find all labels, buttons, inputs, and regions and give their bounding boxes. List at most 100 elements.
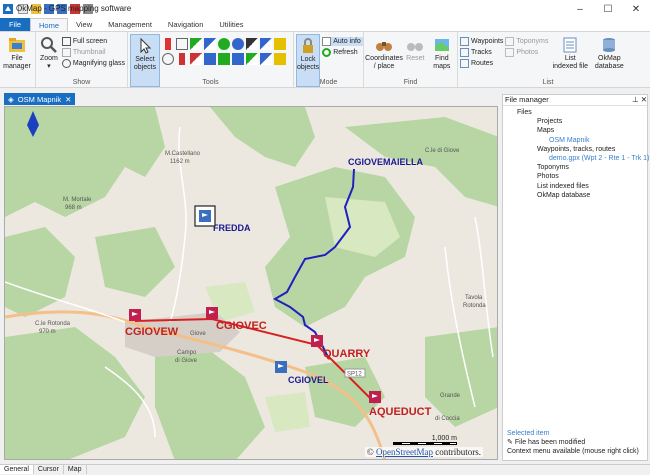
tree-item-projects[interactable]: Projects (503, 117, 647, 126)
tracks-button[interactable]: Tracks (460, 48, 503, 57)
warning-tool-icon[interactable] (274, 53, 286, 65)
green-marker-icon[interactable] (218, 53, 230, 65)
pin-icon[interactable]: ⊥ (632, 95, 639, 104)
status-tab-map[interactable]: Map (64, 465, 87, 474)
waypoint-marker-fredda[interactable] (195, 206, 215, 226)
label-cgiovec: CGIOVEC (216, 320, 267, 332)
mode-group-label: Mode (294, 79, 363, 86)
file-manager-header: File manager ⊥ ✕ (503, 95, 647, 106)
toponyms-icon (505, 37, 514, 46)
route-marker-aqueduct[interactable] (369, 391, 381, 403)
ruler-tool-icon[interactable] (246, 38, 258, 50)
thumbnail-icon (62, 48, 71, 57)
full-screen-label: Full screen (73, 38, 107, 45)
pencil-tool-icon[interactable] (190, 38, 202, 50)
osm-link[interactable]: OpenStreetMap (376, 447, 433, 457)
waypoint-marker-cgiovel[interactable] (275, 361, 287, 373)
attribution-prefix: © (367, 447, 374, 457)
tree-label-toponyms: Toponyms (537, 164, 569, 171)
close-tab-icon[interactable]: ✕ (65, 95, 71, 104)
line-tool-icon[interactable] (204, 38, 216, 50)
tree-item-photos[interactable]: Photos (503, 172, 647, 181)
folder-icon (8, 36, 26, 54)
thumbnail-button[interactable]: Thumbnail (62, 48, 125, 57)
tab-home[interactable]: Home (30, 18, 68, 31)
coordinates-label: Coordinates / place (365, 55, 403, 71)
edit-tool-icon[interactable] (274, 38, 286, 50)
place-cle-rotonda: C.le Rotonda (35, 321, 71, 327)
zoom-label: Zoom (40, 55, 58, 63)
tree-item-demo-gpx[interactable]: demo.gpx (Wpt 2 - Rte 1 - Trk 1) (503, 154, 647, 163)
tab-file[interactable]: File (0, 18, 30, 31)
attribution-suffix: contributors. (435, 447, 481, 457)
blue-marker-icon[interactable] (232, 53, 244, 65)
place-cle-rotonda-elev: 970 m (39, 329, 56, 335)
tab-view[interactable]: View (68, 18, 100, 31)
close-button[interactable]: ✕ (622, 0, 650, 18)
tree-item-files[interactable]: Files (503, 108, 647, 117)
label-cgiovemaiella: CGIOVEMAIELLA (348, 157, 424, 167)
route-marker-quarry[interactable] (311, 335, 323, 347)
split-tool-icon[interactable] (246, 53, 258, 65)
map-canvas[interactable]: CGIOVEMAIELLA FREDDA QUARRY CGIOVEL CGIO… (4, 106, 498, 460)
panel-close-icon[interactable]: ✕ (641, 95, 647, 104)
zoom-in-tool-icon[interactable] (162, 53, 174, 65)
tree-item-waypoints[interactable]: Waypoints, tracks, routes (503, 145, 647, 154)
waypoints-label: Waypoints (471, 38, 503, 45)
routes-button[interactable]: Routes (460, 59, 503, 68)
tools-group-label: Tools (128, 79, 293, 86)
minimize-button[interactable]: – (566, 0, 594, 18)
app-icon (2, 3, 14, 15)
tree-item-list-indexed[interactable]: List indexed files (503, 182, 647, 191)
doc-tab-osm-mapnik[interactable]: ◈ OSM Mapnik ✕ (4, 93, 75, 105)
list-icon (561, 36, 579, 54)
label-aqueduct: AQUEDUCT (369, 406, 432, 418)
group-tools: Select objects Tools (128, 32, 294, 87)
ribbon-tabs: File Home View Management Navigation Uti… (0, 18, 650, 31)
tree-item-osm-mapnik[interactable]: OSM Mapnik (503, 136, 647, 145)
refresh-label: Refresh (333, 49, 358, 56)
file-manager-label: File manager (3, 55, 31, 71)
delete-tool-icon[interactable] (190, 53, 202, 65)
tree-item-toponyms[interactable]: Toponyms (503, 163, 647, 172)
okmap-database-label: OkMap database (595, 55, 624, 71)
file-manager-panel: File manager ⊥ ✕ Files Projects Maps OSM… (502, 94, 648, 461)
route-marker-cgiovew[interactable] (129, 309, 141, 321)
tree-item-maps[interactable]: Maps (503, 126, 647, 135)
toponyms-button[interactable]: Toponyms (505, 37, 548, 46)
join-tool-icon[interactable] (204, 53, 216, 65)
maximize-button[interactable]: ☐ (594, 0, 622, 18)
full-screen-button[interactable]: Full screen (62, 37, 125, 46)
refresh-button[interactable]: Refresh (322, 48, 363, 57)
route-tool-icon[interactable] (218, 38, 230, 50)
context-menu-hint: Context menu available (mouse right clic… (507, 447, 639, 456)
magnifying-glass-button[interactable]: Magnifying glass (62, 59, 125, 68)
scale-label: 1,000 m (393, 435, 457, 442)
status-tab-general[interactable]: General (0, 465, 34, 474)
tab-management[interactable]: Management (100, 18, 160, 31)
photos-button[interactable]: Photos (505, 48, 548, 57)
tab-navigation[interactable]: Navigation (160, 18, 211, 31)
status-tab-cursor[interactable]: Cursor (34, 465, 64, 474)
place-campo: Campo (177, 350, 197, 356)
track-tool-icon[interactable] (232, 38, 244, 50)
file-manager-button[interactable]: File manager (2, 34, 32, 87)
place-rotonda: Rotonda (463, 303, 486, 309)
group-mode: Lock objects Auto info Refresh Mode (294, 32, 364, 87)
label-fredda: FREDDA (213, 223, 251, 233)
reverse-tool-icon[interactable] (260, 53, 272, 65)
tree-item-okmap-db[interactable]: OkMap database (503, 191, 647, 200)
list-group-label: List (458, 79, 638, 86)
route-marker-cgiovec[interactable] (206, 307, 218, 319)
waypoints-button[interactable]: Waypoints (460, 37, 503, 46)
tree-label-waypoints: Waypoints, tracks, routes (537, 146, 615, 153)
node-tool-icon[interactable] (179, 53, 185, 65)
tab-utilities[interactable]: Utilities (211, 18, 251, 31)
cursor-icon (136, 37, 154, 55)
auto-info-button[interactable]: Auto info (322, 37, 363, 46)
scale-line (393, 442, 457, 445)
waypoint-tool-icon[interactable] (165, 38, 171, 50)
move-tool-icon[interactable] (176, 38, 188, 50)
map-svg[interactable]: CGIOVEMAIELLA FREDDA QUARRY CGIOVEL CGIO… (5, 107, 498, 460)
area-tool-icon[interactable] (260, 38, 272, 50)
